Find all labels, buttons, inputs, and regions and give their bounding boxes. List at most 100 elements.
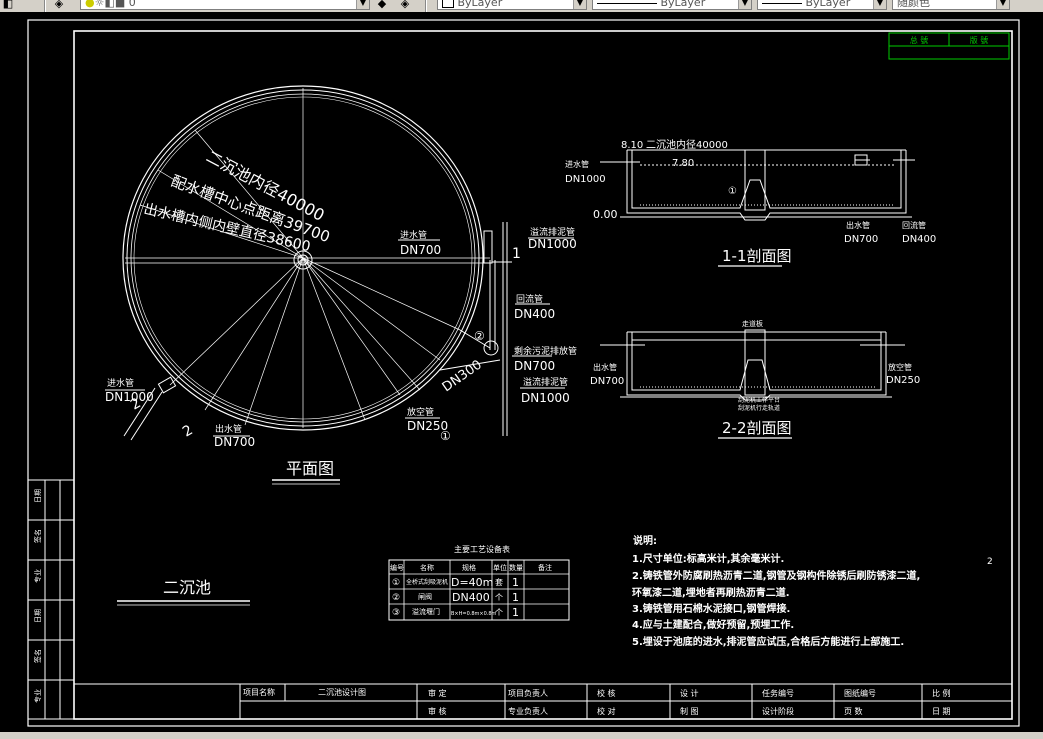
lineweight-dropdown[interactable]: ByLayer ▼: [757, 0, 887, 10]
equip-cell-2-3: 个: [495, 608, 503, 617]
sec22-title: 2-2剖面图: [722, 419, 792, 437]
plan-label-dn1000-top: DN1000: [528, 237, 577, 251]
vertical-scrollbar[interactable]: [1034, 12, 1043, 732]
notes-item-5: 4.应与土建配合,做好预留,预埋工作.: [632, 618, 794, 631]
plan-label-outlet: 出水管: [215, 423, 242, 435]
layer-value: 0: [128, 0, 136, 9]
page-mark: 2: [987, 557, 993, 567]
chevron-down-icon[interactable]: ▼: [738, 0, 751, 9]
equip-cell-1-2: DN400: [452, 591, 490, 604]
sec11-label-return: 回流管: [902, 220, 926, 230]
sec22-label-drain: 放空管: [888, 362, 912, 372]
equip-cell-1-4: 1: [512, 591, 519, 604]
sec11-title: 1-1剖面图: [722, 247, 792, 265]
plan-circle-mark-2: ②: [474, 329, 485, 343]
plan-label-inlet-left: 进水管: [107, 377, 134, 389]
title-cell-11: 设计阶段: [762, 706, 794, 716]
toolbar-separator: [44, 0, 46, 12]
title-cell-13: 日 期: [932, 707, 951, 716]
color-value: ByLayer: [457, 0, 503, 9]
layer-states-icon[interactable]: ◈: [52, 0, 66, 10]
sec22-label-outlet: 出水管: [593, 362, 617, 372]
title-cell-9: 校 对: [597, 706, 616, 716]
plan-label-dn700-mid: DN700: [514, 359, 555, 373]
title-project-value: 二沉池设计图: [318, 687, 366, 697]
equip-header-1: 名称: [420, 563, 434, 572]
sec11-label-outlet: 出水管: [846, 220, 870, 230]
chevron-down-icon[interactable]: ▼: [573, 0, 586, 9]
title-cell-4: 任务编号: [762, 688, 794, 698]
plan-label-inlet-top: 进水管: [400, 229, 427, 241]
sec22-note-2: 刮泥机行走轨道: [738, 404, 780, 412]
chevron-down-icon[interactable]: ▼: [996, 0, 1009, 9]
sec11-dn-inlet: DN1000: [565, 174, 606, 185]
toolbar-separator: [425, 0, 427, 12]
equip-cell-0-4: 1: [512, 576, 519, 589]
title-cell-5: 图纸编号: [844, 688, 876, 698]
chevron-down-icon[interactable]: ▼: [356, 0, 369, 9]
title-cell-10: 制 图: [680, 706, 699, 716]
make-current-layer-icon[interactable]: ◆: [375, 0, 389, 10]
title-cell-12: 页 数: [844, 706, 863, 716]
equip-cell-2-1: 溢流堰门: [412, 607, 440, 616]
chevron-down-icon[interactable]: ▼: [873, 0, 886, 9]
plan-label-sludge: 剩余污泥排放管: [514, 345, 577, 357]
title-cell-1: 项目负责人: [508, 688, 548, 698]
layer-previous-icon[interactable]: ◈: [398, 0, 412, 10]
layer-manager-icon[interactable]: ◧: [1, 0, 15, 10]
equip-cell-2-4: 1: [512, 606, 519, 619]
sec11-dn-outlet: DN700: [844, 234, 878, 245]
notes-heading: 说明:: [633, 534, 657, 547]
sec11-water-level: 7.80: [672, 158, 694, 169]
left-strip-0: 日期: [34, 489, 42, 503]
equip-header-5: 备注: [538, 563, 552, 572]
notes-item-4: 3.铸铁管用石棉水泥接口,钢管焊接.: [632, 602, 790, 615]
equip-cell-1-3: 个: [495, 593, 503, 602]
equip-header-2: 规格: [462, 563, 476, 572]
equip-header-4: 数量: [509, 563, 523, 572]
top-block-c2: 版 號: [970, 35, 989, 45]
plan-label-dn700-bot: DN700: [214, 435, 255, 449]
equip-cell-0-2: D=40m: [451, 576, 493, 589]
top-block-c1: 总 號: [910, 35, 929, 45]
sec11-elev-bottom: 0.00: [593, 208, 618, 221]
notes-item-1: 1.尺寸单位:标高米计,其余毫米计.: [632, 552, 784, 565]
layer-dropdown[interactable]: ●☼◧■ 0 ▼: [80, 0, 370, 10]
equip-cell-2-0: ③: [392, 608, 400, 618]
left-strip-4: 签名: [33, 649, 42, 663]
sec11-elev-top: 8.10: [621, 140, 643, 151]
plan-label-dn700-top: DN700: [400, 243, 441, 257]
notes-item-3: 环氧漆二道,埋地者再刷热沥青二道.: [632, 586, 790, 599]
left-strip-2: 专业: [33, 569, 42, 583]
drawing-canvas[interactable]: 总 號 版 號 二沉池内径40000 配水槽中心点距离39700 出水槽内侧内壁…: [0, 12, 1043, 739]
plotstyle-dropdown[interactable]: 随颜色 ▼: [892, 0, 1010, 10]
equip-header-0: 编号: [390, 563, 404, 572]
title-cell-2: 校 核: [597, 688, 616, 698]
left-strip-1: 签名: [33, 529, 42, 543]
plan-label-return: 回流管: [516, 293, 543, 305]
plotstyle-value: 随颜色: [897, 0, 930, 9]
notes-item-2: 2.铸铁管外防腐刷热沥青二道,钢管及钢构件除锈后刷防锈漆二道,: [632, 569, 920, 582]
sec11-dn-return: DN400: [902, 234, 936, 245]
equip-cell-0-3: 套: [495, 577, 503, 587]
plan-label-overflow-bot: 溢流排泥管: [523, 376, 568, 388]
equip-table-title: 主要工艺设备表: [454, 544, 510, 554]
horizontal-scrollbar[interactable]: [0, 732, 1043, 739]
plan-label-dn1000-bot: DN1000: [521, 391, 570, 405]
plan-circle-mark: ①: [440, 429, 451, 443]
color-dropdown[interactable]: ByLayer ▼: [437, 0, 587, 10]
title-project-label: 项目名称: [243, 687, 275, 697]
plan-label-dn400: DN400: [514, 307, 555, 321]
equip-cell-0-1: 全桥式刮吸泥机: [406, 578, 448, 586]
left-strip-5: 专业: [33, 689, 42, 703]
plan-label-drain: 放空管: [407, 406, 434, 418]
left-strip-3: 日期: [34, 609, 42, 623]
equip-header-3: 单位: [493, 563, 507, 572]
notes-item-6: 5.埋设于池底的进水,排泥管应试压,合格后方能进行上部施工.: [632, 635, 904, 648]
equip-cell-0-0: ①: [392, 578, 400, 588]
sec11-circle-mark: ①: [728, 186, 737, 197]
lineweight-value: ByLayer: [805, 0, 851, 9]
equip-cell-1-0: ②: [392, 593, 400, 603]
linetype-dropdown[interactable]: ByLayer ▼: [592, 0, 752, 10]
title-cell-0: 审 定: [428, 688, 447, 698]
